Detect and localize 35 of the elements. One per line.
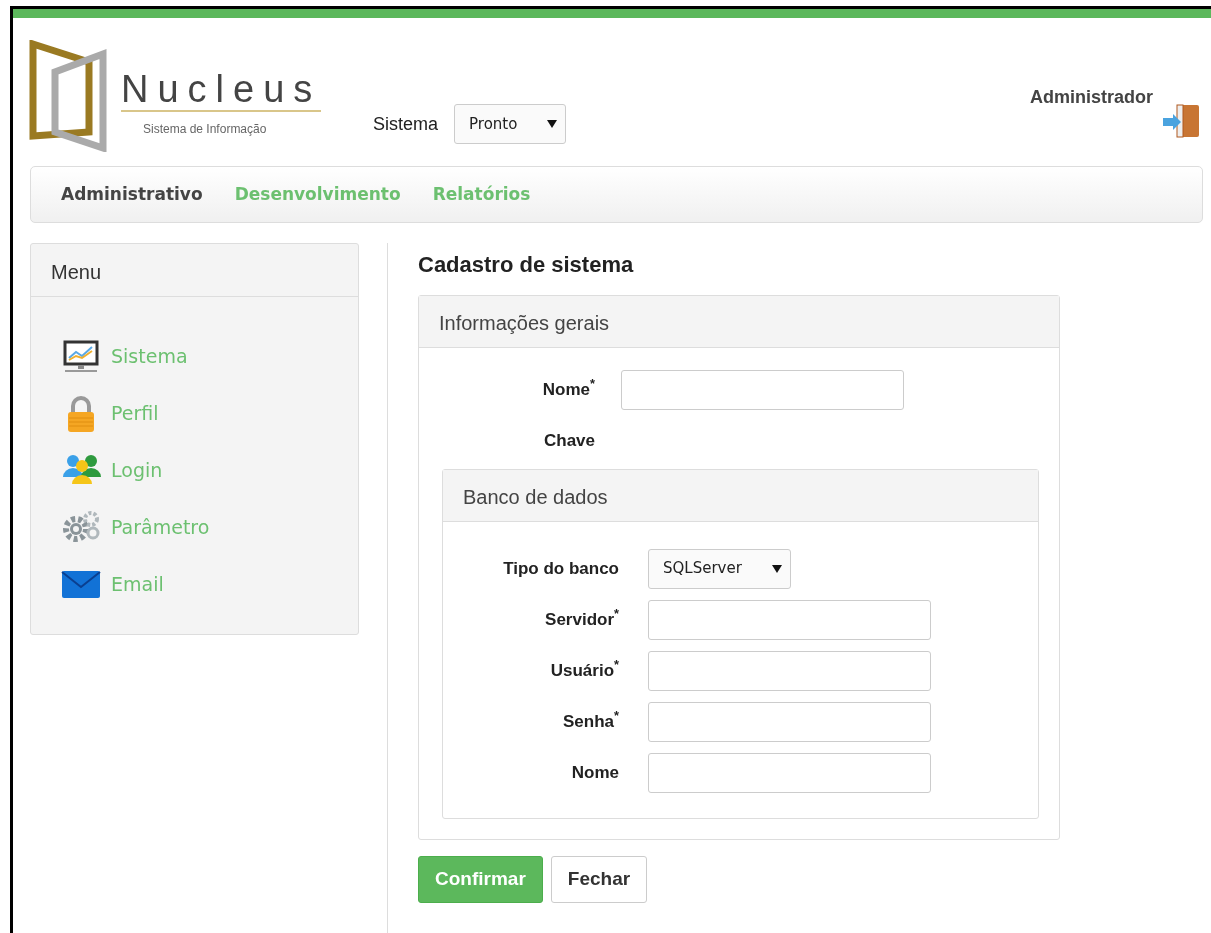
input-field[interactable] (648, 650, 931, 691)
field-label: Tipo do banco (502, 557, 619, 580)
close-button[interactable]: Fechar (550, 856, 648, 903)
confirm-button[interactable]: Confirmar (418, 856, 543, 903)
input-field[interactable] (621, 369, 904, 410)
input-field[interactable] (648, 701, 931, 742)
database-select[interactable]: SQLServer (648, 548, 791, 589)
door-exit-icon (1163, 102, 1201, 140)
menu-item[interactable]: Sistema (61, 334, 358, 378)
logo-subtitle: Sistema de Informação (143, 121, 267, 138)
panel-title: Informações gerais (419, 296, 1059, 348)
logo-title: Nucleus (121, 70, 322, 112)
menu-item[interactable]: Perfil (61, 391, 358, 435)
field-label: Senha$^{*}$ (562, 708, 619, 733)
menu-item[interactable]: Email (61, 562, 358, 606)
nav-link[interactable]: Administrativo (53, 177, 211, 212)
field-label: Nome$^{*}$ (541, 376, 595, 401)
panel-title: Menu (31, 244, 358, 297)
system-select[interactable]: Pronto (454, 104, 567, 144)
field-label: Chave (542, 429, 595, 452)
panel-title: Banco de dados (443, 470, 1038, 522)
dropdown-icon (547, 119, 558, 129)
input-field[interactable] (648, 752, 931, 793)
user-name: Administrador (1030, 86, 1153, 109)
page-title: Cadastro de sistema (418, 251, 635, 279)
menu-item[interactable]: Login (61, 448, 358, 492)
field-label: Usuário$^{*}$ (549, 657, 619, 682)
field-label: Servidor$^{*}$ (544, 606, 619, 631)
input-field[interactable] (648, 599, 931, 640)
menu-item[interactable]: Parâmetro (61, 505, 358, 549)
field-label: Nome (570, 761, 619, 784)
nav-link[interactable]: Relatórios (424, 177, 539, 212)
nav-link[interactable]: Desenvolvimento (226, 177, 409, 212)
system-label: Sistema (373, 112, 439, 136)
dropdown-icon (772, 563, 782, 574)
